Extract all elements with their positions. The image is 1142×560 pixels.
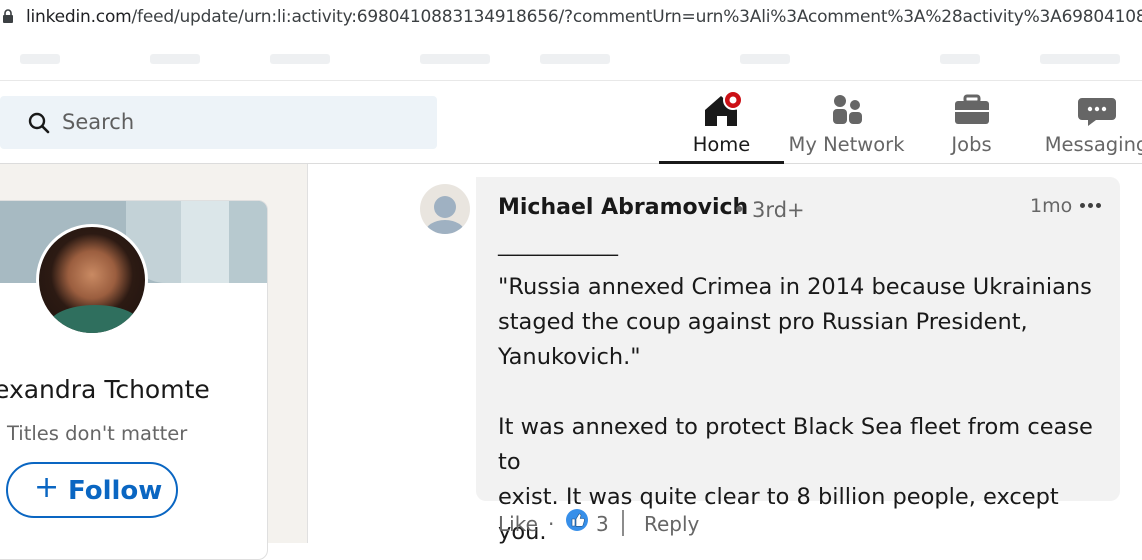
profile-avatar[interactable]: [36, 224, 148, 336]
plus-icon: +: [34, 470, 60, 505]
chat-icon: [1077, 98, 1116, 126]
commenter-avatar[interactable]: [420, 184, 470, 234]
nav-home[interactable]: Home: [659, 82, 784, 164]
comment-timestamp: 1mo: [1030, 195, 1073, 217]
avatar-shoulders: [49, 305, 141, 333]
bookmark-placeholder[interactable]: [540, 54, 610, 64]
follow-button[interactable]: + Follow: [6, 462, 178, 518]
nav-messaging-label: Messaging: [1044, 133, 1142, 156]
bookmark-placeholder[interactable]: [20, 54, 60, 64]
like-button[interactable]: Like: [498, 512, 538, 536]
action-divider: [622, 510, 624, 536]
people-icon: [832, 95, 862, 124]
avatar-body: [425, 220, 465, 234]
nav-home-label: Home: [692, 133, 751, 156]
profile-name[interactable]: exandra Tchomte: [0, 375, 210, 404]
search-placeholder: Search: [62, 110, 135, 134]
comment-author[interactable]: Michael Abramovich: [498, 195, 748, 220]
bookmark-placeholder[interactable]: [1040, 54, 1120, 64]
briefcase-icon: [954, 94, 989, 124]
follow-button-label: Follow: [68, 476, 163, 506]
profile-headline: Titles don't matter: [7, 422, 188, 445]
nav-jobs[interactable]: Jobs: [909, 82, 1034, 164]
bookmark-placeholder[interactable]: [420, 54, 490, 64]
nav-messaging[interactable]: Messaging: [1034, 82, 1142, 164]
more-dot: [1080, 203, 1085, 208]
more-options-icon[interactable]: [1080, 195, 1106, 215]
lock-icon: [3, 9, 13, 23]
bookmarks-bar: [0, 36, 1142, 81]
comment-paragraph: "Russia annexed Crimea in 2014 because U…: [498, 274, 1092, 370]
reaction-count[interactable]: 3: [596, 512, 609, 536]
url-path: /feed/update/urn:li:activity:69804108831…: [131, 7, 1142, 27]
connection-degree: • 3rd+: [733, 198, 805, 222]
url-text: linkedin.com/feed/update/urn:li:activity…: [26, 7, 1142, 27]
nav-my-network-label: My Network: [788, 133, 905, 156]
nav-my-network[interactable]: My Network: [784, 82, 909, 164]
more-dot: [1088, 203, 1093, 208]
top-navbar: Search Home My Network Jobs Messaging: [0, 82, 1142, 164]
search-icon: [28, 112, 50, 134]
comment-body: "Russia annexed Crimea in 2014 because U…: [498, 270, 1108, 550]
like-reaction-icon[interactable]: [565, 508, 589, 532]
banner-shape: [181, 201, 229, 283]
url-host: linkedin.com: [26, 7, 132, 27]
bookmark-placeholder[interactable]: [150, 54, 200, 64]
home-icon: [704, 90, 743, 126]
browser-address-bar[interactable]: linkedin.com/feed/update/urn:li:activity…: [0, 0, 1142, 36]
bookmark-placeholder[interactable]: [740, 54, 790, 64]
nav-jobs-label: Jobs: [951, 133, 992, 156]
reply-button[interactable]: Reply: [644, 512, 699, 536]
avatar-head: [434, 196, 456, 218]
bookmark-placeholder[interactable]: [940, 54, 980, 64]
comment-divider-line: ____________: [498, 232, 618, 256]
banner-shape: [229, 201, 267, 283]
more-dot: [1096, 203, 1101, 208]
action-separator-dot: ·: [548, 512, 555, 536]
search-box[interactable]: Search: [0, 96, 437, 149]
comment-paragraph: It was annexed to protect Black Sea flee…: [498, 414, 1093, 545]
bookmark-placeholder[interactable]: [270, 54, 330, 64]
